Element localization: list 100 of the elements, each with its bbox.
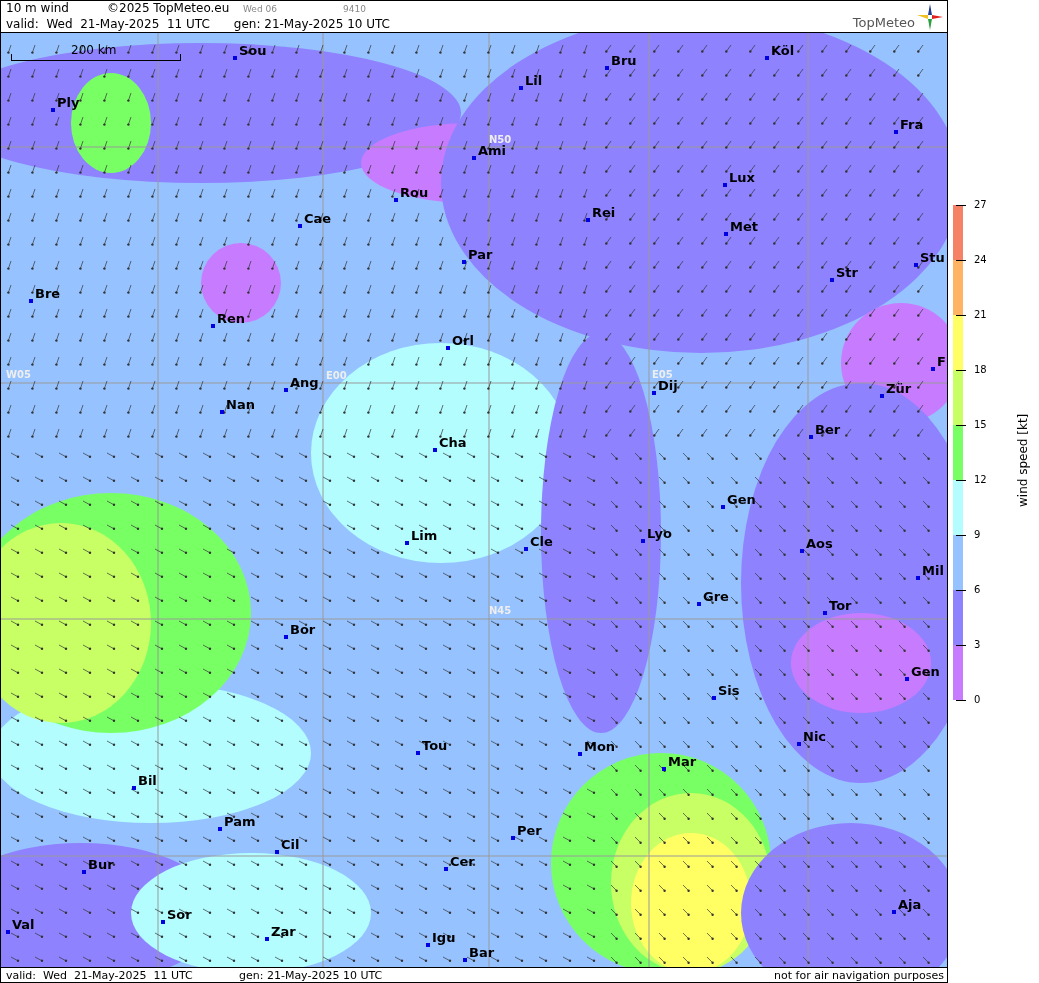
city-label: Zür	[886, 380, 912, 396]
compass-star-icon	[917, 4, 943, 30]
city-label: Cer	[450, 853, 475, 869]
city-label: Gen	[911, 663, 940, 679]
city-label: Nic	[803, 728, 827, 744]
city-marker-icon	[233, 56, 237, 60]
city-marker-icon	[211, 324, 215, 328]
city-label: Bru	[611, 52, 637, 68]
city-marker-icon	[132, 786, 136, 790]
city-label: Rou	[400, 184, 429, 200]
city-marker-icon	[797, 742, 801, 746]
legend-tick-label: 12	[974, 474, 987, 486]
city-label: Aos	[806, 535, 833, 551]
city-label: Nan	[226, 396, 255, 412]
city-label: Cae	[304, 210, 332, 226]
city-marker-icon	[800, 549, 804, 553]
city-label: Tor	[829, 597, 852, 613]
city-label: Fra	[900, 116, 924, 132]
city-marker-icon	[511, 836, 515, 840]
city-marker-icon	[444, 867, 448, 871]
city-label: Aja	[898, 896, 922, 912]
city-marker-icon	[916, 576, 920, 580]
city-label: Gre	[703, 588, 729, 604]
city-label: Bor	[290, 621, 316, 637]
city-marker-icon	[284, 388, 288, 392]
city-label: Cha	[439, 434, 467, 450]
city-label: Pam	[224, 813, 256, 829]
city-marker-icon	[721, 505, 725, 509]
disclaimer-text: not for air navigation purposes	[774, 968, 944, 982]
grid-label: E05	[652, 369, 673, 380]
city-marker-icon	[662, 767, 666, 771]
city-label: Lyo	[647, 525, 672, 541]
city-marker-icon	[29, 299, 33, 303]
city-label: Ang	[290, 374, 319, 390]
city-label: Val	[12, 916, 35, 932]
city-label: Mar	[668, 753, 697, 769]
city-label: Bur	[88, 856, 114, 872]
legend-tick-label: 18	[974, 364, 987, 376]
city-marker-icon	[284, 635, 288, 639]
city-label: Cle	[530, 533, 553, 549]
city-label: F	[937, 353, 946, 369]
city-marker-icon	[426, 943, 430, 947]
valid-time-text: valid: Wed 21-May-2025 11 UTC	[6, 17, 210, 32]
code-text: 9410	[343, 3, 366, 16]
city-marker-icon	[405, 541, 409, 545]
city-marker-icon	[894, 130, 898, 134]
legend-tick-label: 9	[974, 529, 981, 541]
city-marker-icon	[823, 611, 827, 615]
legend-title: wind speed [kt]	[1016, 413, 1030, 507]
grid-label: E00	[326, 370, 347, 381]
city-label: Per	[517, 822, 542, 838]
city-marker-icon	[724, 232, 728, 236]
city-marker-icon	[723, 183, 727, 187]
grid-label: N50	[489, 134, 512, 145]
city-marker-icon	[218, 827, 222, 831]
city-marker-icon	[892, 910, 896, 914]
city-label: Met	[730, 218, 758, 234]
city-label: Zar	[271, 923, 296, 939]
city-marker-icon	[472, 156, 476, 160]
city-marker-icon	[463, 958, 467, 962]
legend-tick-label: 3	[974, 639, 981, 651]
city-marker-icon	[519, 86, 523, 90]
city-label: Rei	[592, 204, 616, 220]
city-marker-icon	[914, 263, 918, 267]
city-label: Köl	[771, 42, 795, 58]
city-marker-icon	[712, 696, 716, 700]
city-label: Str	[836, 264, 858, 280]
city-marker-icon	[641, 539, 645, 543]
city-marker-icon	[905, 677, 909, 681]
legend-tick-label: 24	[974, 254, 987, 266]
grid-label: N45	[489, 605, 512, 616]
city-label: Tou	[422, 737, 448, 753]
logo-text: TopMeteo	[852, 16, 915, 30]
legend-tick-label: 15	[974, 419, 987, 431]
city-marker-icon	[652, 391, 656, 395]
city-label: Igu	[432, 929, 456, 945]
city-label: Par	[468, 246, 493, 262]
city-marker-icon	[82, 870, 86, 874]
city-label: Stu	[920, 249, 945, 265]
city-marker-icon	[586, 218, 590, 222]
copyright-text: ©2025 TopMeteo.eu	[107, 1, 229, 16]
city-label: Ren	[217, 310, 246, 326]
city-marker-icon	[765, 56, 769, 60]
city-label: Bre	[35, 285, 61, 301]
run-day-text: Wed 06	[243, 3, 278, 16]
city-label: Bar	[469, 944, 495, 960]
city-label: Bil	[138, 772, 157, 788]
city-label: Lim	[411, 527, 438, 543]
city-label: Lux	[729, 169, 755, 185]
city-label: Cil	[281, 836, 300, 852]
legend-tick-label: 0	[974, 694, 981, 706]
city-marker-icon	[416, 751, 420, 755]
city-marker-icon	[275, 850, 279, 854]
city-marker-icon	[931, 367, 935, 371]
city-label: Ami	[478, 142, 507, 158]
legend-tick-label: 27	[974, 199, 987, 211]
city-marker-icon	[161, 920, 165, 924]
generated-time-text: gen: 21-May-2025 10 UTC	[239, 968, 383, 982]
city-label: Sis	[718, 682, 740, 698]
city-label: Dij	[658, 377, 678, 393]
